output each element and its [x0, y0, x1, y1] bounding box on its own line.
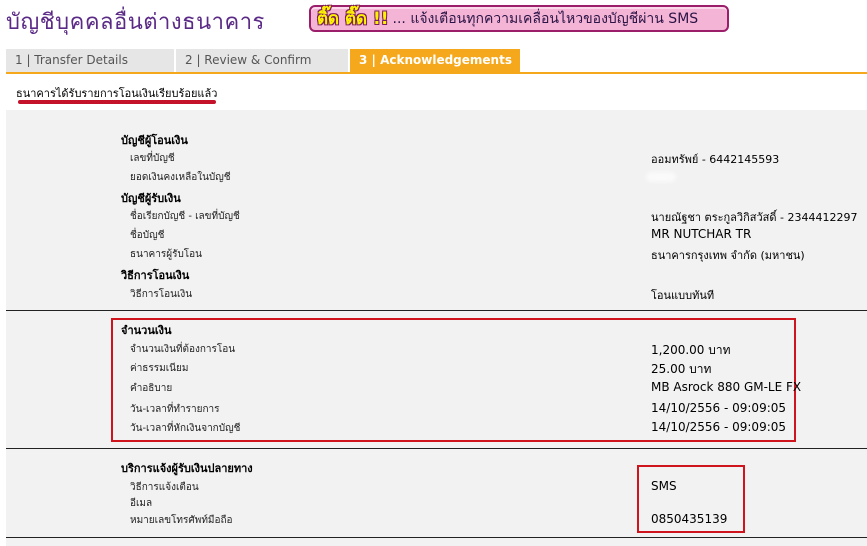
account-name-value: MR NUTCHAR TR: [651, 227, 752, 241]
nickname-value: นายณัฐชา ตระกูลวิกิสวัสดิ์ - 2344412297: [651, 211, 858, 224]
account-no-label: เลขที่บัญชี: [130, 153, 175, 164]
ack-highlight-underline: [18, 100, 216, 104]
tab-acknowledgements[interactable]: 3 | Acknowledgements: [350, 49, 520, 72]
txn-time-label: วัน-เวลาที่ทำรายการ: [130, 404, 220, 415]
account-no-value: ออมทรัพย์ - 6442145593: [651, 153, 780, 166]
sms-badge: ติ๊ด ติ๊ด !!: [317, 9, 389, 29]
tab-bar-underline: [6, 72, 867, 74]
section-amount: จำนวนเงิน: [121, 324, 172, 337]
notify-highlight-box: [637, 465, 745, 533]
receiving-bank-label: ธนาคารผู้รับโอน: [130, 249, 203, 260]
divider: [6, 537, 867, 538]
page-title: บัญชีบุคคลอื่นต่างธนาคาร: [6, 10, 265, 35]
description-label: คำอธิบาย: [130, 383, 173, 394]
section-to-account: บัญชีผู้รับเงิน: [121, 192, 181, 205]
section-from-account: บัญชีผู้โอนเงิน: [121, 134, 188, 147]
sms-promo-banner[interactable]: ติ๊ด ติ๊ด !! ... แจ้งเตือนทุกความเคลื่อน…: [309, 5, 729, 32]
debit-time-value: 14/10/2556 - 09:09:05: [651, 420, 787, 434]
balance-value-redacted: [646, 172, 676, 182]
notify-method-label: วิธีการแจ้งเตือน: [130, 482, 199, 493]
amount-label: จำนวนเงินที่ต้องการโอน: [130, 344, 236, 355]
txn-time-value: 14/10/2556 - 09:09:05: [651, 401, 787, 415]
sms-banner-text: ... แจ้งเตือนทุกความเคลื่อนไหวของบัญชีผ่…: [392, 10, 699, 27]
account-name-label: ชื่อบัญชี: [130, 230, 165, 241]
tab-transfer-details[interactable]: 1 | Transfer Details: [6, 49, 174, 72]
debit-time-label: วัน-เวลาที่หักเงินจากบัญชี: [130, 423, 241, 434]
nickname-label: ชื่อเรียกบัญชี - เลขที่บัญชี: [130, 211, 240, 222]
balance-label: ยอดเงินคงเหลือในบัญชี: [130, 172, 231, 183]
description-value: MB Asrock 880 GM-LE FX: [651, 380, 802, 394]
fee-label: ค่าธรรมเนียม: [130, 363, 189, 374]
transfer-method-value: โอนแบบทันที: [651, 289, 715, 302]
transfer-method-label: วิธีการโอนเงิน: [130, 289, 193, 300]
fee-value: 25.00 บาท: [651, 362, 712, 376]
step-tabs: 1 | Transfer Details 2 | Review & Confir…: [6, 49, 522, 72]
email-label: อีเมล: [130, 498, 153, 509]
section-notify-recipient: บริการแจ้งผู้รับเงินปลายทาง: [121, 462, 253, 475]
phone-label: หมายเลขโทรศัพท์มือถือ: [130, 515, 233, 526]
amount-value: 1,200.00 บาท: [651, 343, 731, 357]
receiving-bank-value: ธนาคารกรุงเทพ จำกัด (มหาชน): [651, 249, 805, 262]
divider: [6, 310, 867, 311]
divider: [6, 448, 867, 449]
section-transfer-method: วิธีการโอนเงิน: [121, 269, 190, 282]
tab-review-confirm[interactable]: 2 | Review & Confirm: [176, 49, 348, 72]
